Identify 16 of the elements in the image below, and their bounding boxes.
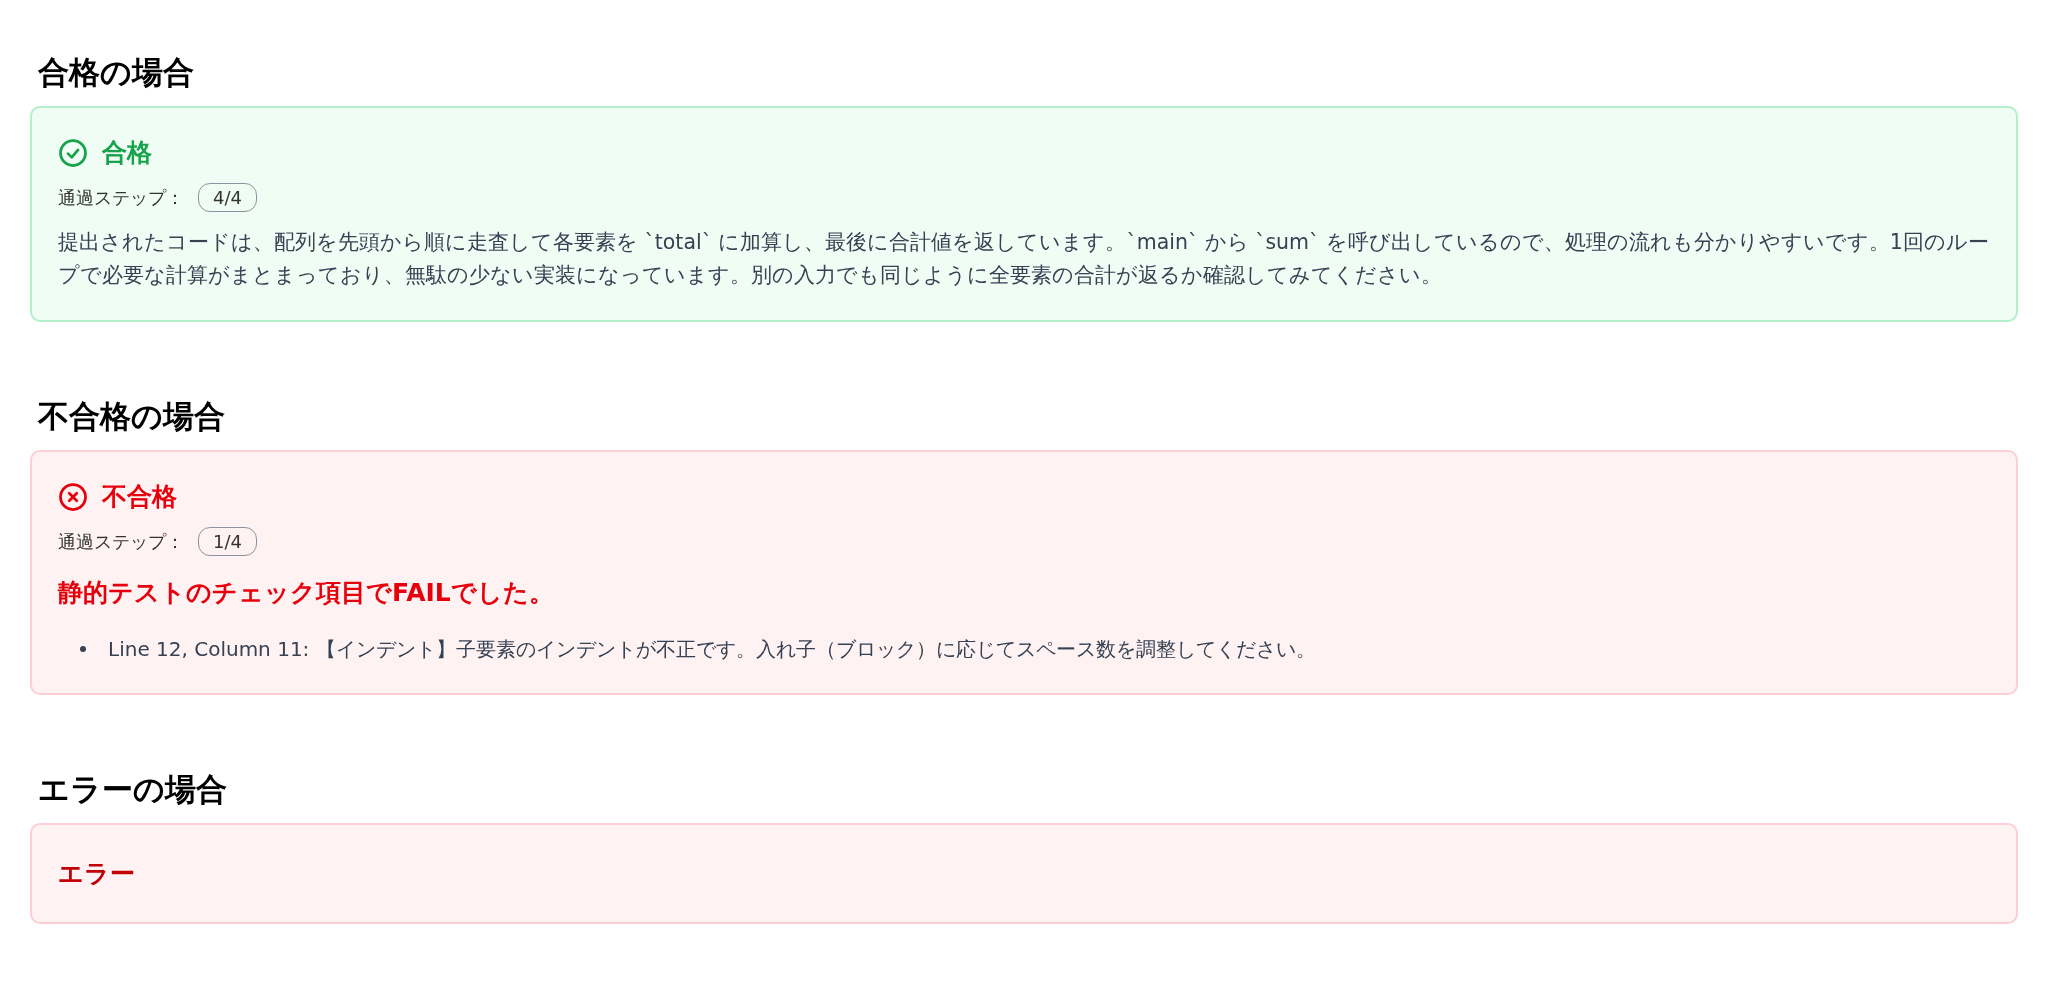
result-title: 合格 (102, 137, 152, 170)
steps-count: 4/4 (198, 183, 257, 213)
steps-label: 通過ステップ： (58, 185, 184, 210)
result-message: 提出されたコードは、配列を先頭から順に走査して各要素を `total` に加算し、最後に合計値を返しています。`main` から `sum` を呼び出しているので、処理の流れも分かりやすいです。1回のループで必要な計算がまとまっており、無駄の少ない実装になっています。別の入力でも同じように全要素の合計が返るか確認してみてください。 (58, 229, 1990, 290)
steps-label: 通過ステップ： (58, 529, 184, 554)
section-heading: 不合格の場合 (38, 396, 226, 436)
result-title: エラー (58, 858, 135, 891)
section-heading: 合格の場合 (38, 53, 195, 92)
bullet-icon (80, 646, 86, 653)
steps-count: 1/4 (198, 527, 257, 557)
section-heading: エラーの場合 (38, 770, 228, 810)
x-circle-icon (58, 481, 88, 512)
result-title: 不合格 (102, 481, 177, 514)
issue-item: Line 12, Column 11: 【インデント】子要素のインデントが不正です。入れ子（ブロック）に応じてスペース数を調整してください。 (108, 636, 1316, 664)
fail-headline: 静的テストのチェック項目でFAILでした。 (58, 577, 555, 610)
check-circle-icon (58, 137, 88, 168)
